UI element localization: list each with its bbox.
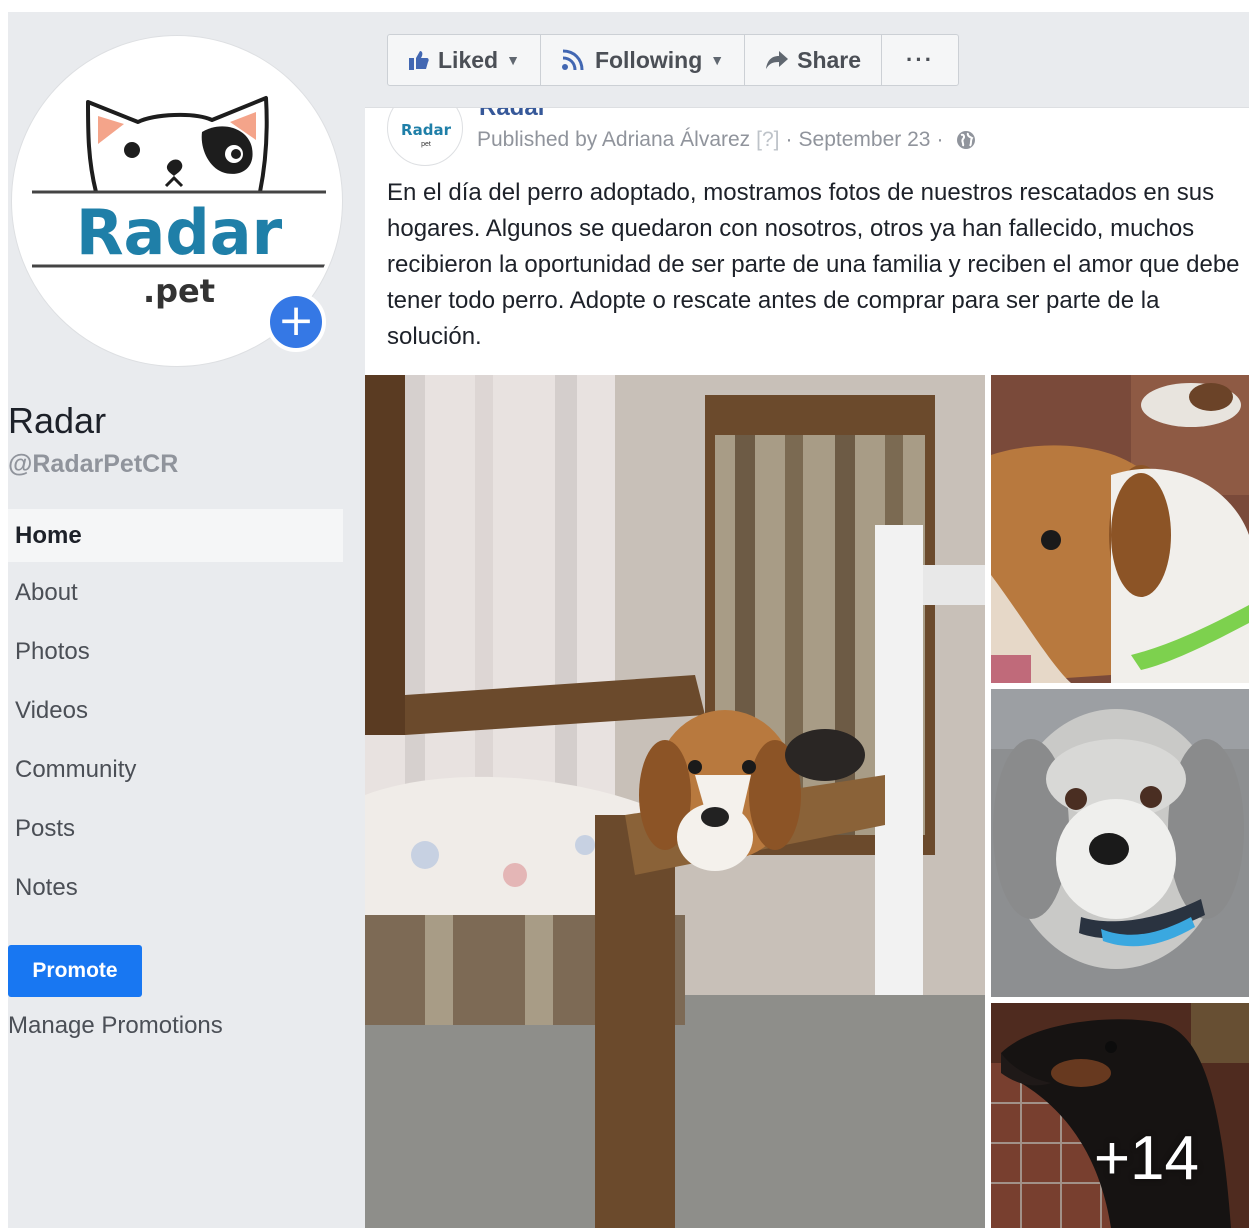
share-arrow-icon (765, 49, 789, 71)
main-content: Liked ▼ Following ▼ Share ··· Radar pet … (365, 0, 1249, 1228)
nav-item-photos[interactable]: Photos (8, 625, 343, 684)
post-meta: Published by Adriana Álvarez [?] · Septe… (477, 128, 977, 152)
nav-item-notes[interactable]: Notes (8, 861, 343, 920)
more-options-button[interactable]: ··· (882, 35, 958, 85)
post-avatar-logo-text: Radar (401, 121, 451, 139)
doberman-image (991, 1003, 1249, 1228)
plus-icon: + (277, 294, 315, 346)
post-header: Radar pet Radar Published by Adriana Álv… (387, 108, 1247, 168)
grey-dog-image (991, 689, 1249, 997)
post-author-name[interactable]: Radar (479, 108, 547, 122)
more-photos-count[interactable]: +14 (1094, 1123, 1199, 1194)
rss-feed-icon (561, 49, 587, 71)
top-strip (0, 0, 365, 12)
chevron-down-icon: ▼ (710, 52, 725, 68)
logo-word: Radar (76, 196, 283, 269)
following-label: Following (594, 46, 703, 73)
page-action-bar: Liked ▼ Following ▼ Share ··· (365, 12, 1249, 108)
help-marker[interactable]: [?] (756, 128, 779, 152)
beagle-closeup-image (991, 375, 1249, 683)
nav-item-videos[interactable]: Videos (8, 684, 343, 743)
following-button[interactable]: Following ▼ (541, 35, 746, 85)
nav-item-home[interactable]: Home (8, 509, 343, 562)
photo-grid: +14 (365, 375, 1249, 1228)
thumbs-up-icon (408, 49, 430, 71)
action-button-group: Liked ▼ Following ▼ Share ··· (387, 34, 960, 86)
published-by[interactable]: Published by Adriana Álvarez (477, 128, 750, 152)
edge-strip (0, 0, 8, 1228)
page-title: Radar (8, 400, 107, 441)
nav-item-community[interactable]: Community (8, 743, 343, 802)
photo-doberman-more[interactable]: +14 (991, 1003, 1249, 1228)
manage-promotions-link[interactable]: Manage Promotions (8, 1012, 223, 1040)
photo-beagle-closeup[interactable] (991, 375, 1249, 683)
post-author-avatar[interactable]: Radar pet (387, 108, 463, 166)
add-photo-button[interactable]: + (266, 292, 326, 352)
globe-icon[interactable] (955, 129, 977, 151)
page-nav: Home About Photos Videos Community Posts… (8, 509, 343, 920)
promote-button[interactable]: Promote (8, 945, 142, 997)
ellipsis-icon: ··· (906, 47, 935, 72)
photo-beagle-chair[interactable] (365, 375, 985, 1228)
photo-grey-dog[interactable] (991, 689, 1249, 997)
share-label: Share (797, 46, 862, 73)
meta-separator: · (785, 128, 793, 151)
post-date[interactable]: September 23 (799, 128, 931, 152)
chevron-down-icon: ▼ (506, 52, 520, 68)
beagle-chair-image (365, 375, 985, 1228)
nav-item-posts[interactable]: Posts (8, 802, 343, 861)
logo-subword: .pet (143, 272, 215, 310)
post-avatar-logo-subtext: pet (421, 141, 431, 148)
nav-item-about[interactable]: About (8, 566, 343, 625)
meta-separator: · (936, 128, 944, 151)
liked-button[interactable]: Liked ▼ (388, 35, 541, 85)
liked-label: Liked (438, 46, 499, 73)
page-handle[interactable]: @RadarPetCR (8, 450, 178, 479)
page-sidebar: Radar .pet + Radar @RadarPetCR Home Abou… (0, 0, 365, 1228)
share-button[interactable]: Share (745, 35, 883, 85)
profile-picture[interactable]: Radar .pet + (12, 36, 342, 366)
post-body-text: En el día del perro adoptado, mostramos … (387, 179, 1240, 350)
